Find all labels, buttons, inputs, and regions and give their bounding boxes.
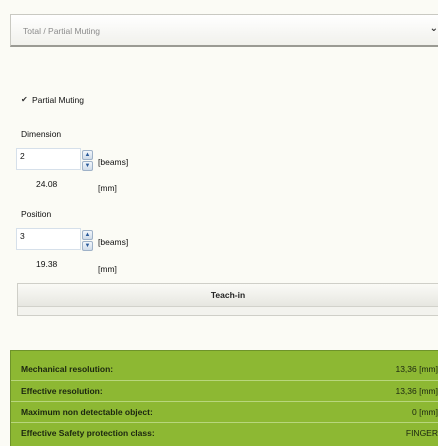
result-label: Mechanical resolution: — [21, 364, 114, 374]
muting-mode-dropdown[interactable]: Total / Partial Muting ⌄ — [10, 14, 438, 47]
dimension-mm-value: 24.08 — [36, 179, 58, 189]
dimension-stepper[interactable]: ▲ ▼ — [82, 150, 95, 172]
result-row: Effective resolution: 13,36 [mm] — [11, 380, 438, 401]
increment-icon[interactable]: ▲ — [82, 150, 93, 160]
result-label: Effective resolution: — [21, 386, 103, 396]
dimension-input[interactable]: 2 — [16, 148, 81, 170]
partial-muting-label: Partial Muting — [32, 95, 84, 105]
muting-config-panel: Total / Partial Muting ⌄ ✔ Partial Mutin… — [0, 0, 438, 446]
dimension-label: Dimension — [21, 129, 62, 139]
result-value: 0 [mm] — [412, 407, 438, 417]
checkmark-icon[interactable]: ✔ — [21, 96, 29, 104]
teach-in-container: Teach-in — [17, 283, 438, 316]
position-label: Position — [21, 209, 52, 219]
result-label: Effective Safety protection class: — [21, 428, 155, 438]
position-unit-beams: [beams] — [98, 237, 129, 247]
position-mm-value: 19.38 — [36, 259, 58, 269]
result-label: Maximum non detectable object: — [21, 407, 153, 417]
decrement-icon[interactable]: ▼ — [82, 161, 93, 171]
result-value: 13,36 [mm] — [395, 364, 438, 374]
position-stepper[interactable]: ▲ ▼ — [82, 230, 95, 252]
increment-icon[interactable]: ▲ — [82, 230, 93, 240]
result-value: 13,36 [mm] — [395, 386, 438, 396]
dimension-unit-beams: [beams] — [98, 157, 129, 167]
teach-in-button[interactable]: Teach-in — [18, 284, 438, 307]
results-panel: Mechanical resolution: 13,36 [mm] Effect… — [10, 350, 438, 446]
partial-muting-checkbox-row[interactable]: ✔ Partial Muting — [21, 94, 84, 106]
decrement-icon[interactable]: ▼ — [82, 241, 93, 251]
result-row: Mechanical resolution: 13,36 [mm] — [11, 359, 438, 379]
position-input[interactable]: 3 — [16, 228, 81, 250]
position-unit-mm: [mm] — [98, 264, 117, 274]
chevron-down-icon[interactable]: ⌄ — [430, 23, 438, 34]
result-value: FINGER — [405, 428, 438, 438]
result-row: Effective Safety protection class: FINGE… — [11, 422, 438, 443]
muting-mode-title: Total / Partial Muting — [23, 26, 101, 36]
dimension-unit-mm: [mm] — [98, 183, 117, 193]
result-row: Maximum non detectable object: 0 [mm] — [11, 401, 438, 422]
